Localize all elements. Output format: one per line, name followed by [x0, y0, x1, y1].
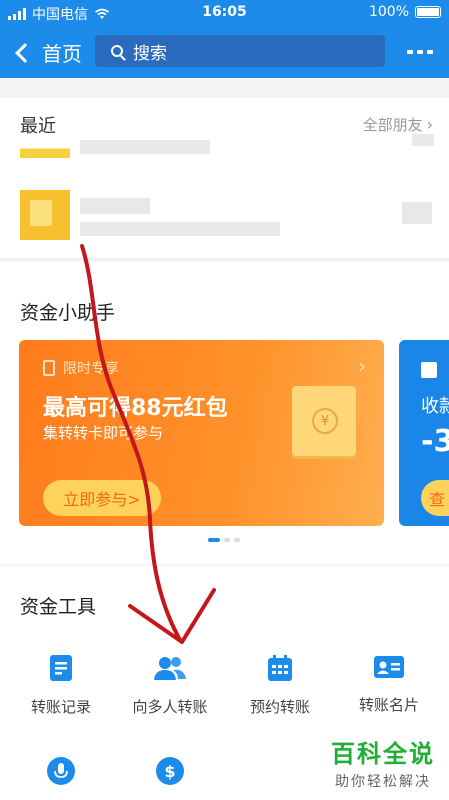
- document-icon: [421, 362, 437, 378]
- collect-card-button[interactable]: 查: [421, 480, 449, 516]
- tool-scheduled-transfer[interactable]: 预约转账: [224, 654, 336, 717]
- promo-subtitle: 集转转卡即可参与: [43, 424, 164, 442]
- more-button[interactable]: [407, 50, 433, 54]
- battery-icon: [415, 6, 441, 18]
- recent-title: 最近: [20, 116, 56, 137]
- carousel-dot: [208, 538, 220, 542]
- tool-transfer-card[interactable]: 转账名片: [333, 654, 445, 715]
- join-now-button[interactable]: 立即参与>: [43, 480, 161, 516]
- watermark-title: 百科全说: [331, 740, 435, 768]
- promo-card[interactable]: 限时专享 › 最高可得88元红包 集转转卡即可参与 立即参与> ¥: [19, 340, 384, 526]
- blurred-item: [412, 134, 434, 146]
- tool-voice[interactable]: [5, 756, 117, 786]
- tool-label: 转账记录: [30, 698, 91, 716]
- search-input[interactable]: 搜索: [95, 35, 385, 67]
- dollar-exchange-icon: $: [156, 757, 184, 785]
- blurred-item: [402, 202, 432, 224]
- avatar[interactable]: [20, 142, 70, 158]
- promo-tag: 限时专享: [43, 358, 119, 378]
- carousel-dot: [234, 538, 240, 542]
- promo-title: 最高可得88元红包: [43, 396, 228, 421]
- tool-label: 转账名片: [358, 696, 419, 714]
- watermark: 百科全说 助你轻松解决: [331, 734, 435, 791]
- yuan-coin-icon: ¥: [312, 408, 338, 434]
- fund-tools-title: 资金工具: [20, 596, 97, 618]
- all-friends-link[interactable]: 全部朋友: [363, 114, 433, 135]
- fund-assistant-section: 资金小助手 限时专享 › 最高可得88元红包 集转转卡即可参与 立即参与> ¥ …: [0, 262, 449, 564]
- carousel-dot: [224, 538, 230, 542]
- svg-text:$: $: [164, 762, 175, 781]
- collect-card-value: -3: [421, 424, 449, 459]
- watermark-subtitle: 助你轻松解决: [335, 774, 431, 790]
- search-placeholder: 搜索: [133, 43, 167, 64]
- calendar-icon: [268, 655, 292, 681]
- microphone-icon: [47, 757, 75, 785]
- card-icon: [374, 656, 404, 678]
- status-bar: 中国电信 16:05 100%: [0, 0, 449, 26]
- tool-transfer-record[interactable]: 转账记录: [5, 654, 117, 717]
- red-packet-icon: ¥: [292, 386, 356, 456]
- blurred-subtitle: [80, 222, 280, 236]
- carousel-indicator: [208, 538, 240, 542]
- tool-dollar-exchange[interactable]: $: [114, 756, 226, 786]
- phone-icon: [43, 360, 55, 376]
- chevron-left-icon: [15, 42, 35, 63]
- promo-tag-label: 限时专享: [63, 361, 119, 377]
- fund-assistant-title: 资金小助手: [20, 302, 116, 324]
- search-icon: [111, 45, 123, 57]
- blurred-name: [80, 140, 210, 154]
- more-dot: [427, 50, 433, 54]
- more-dot: [407, 50, 413, 54]
- avatar[interactable]: [20, 190, 70, 240]
- tool-label: 预约转账: [249, 698, 310, 716]
- collect-card-text: 收款: [421, 396, 449, 417]
- back-button[interactable]: 首页: [12, 38, 82, 67]
- record-icon: [50, 655, 72, 681]
- nav-bar: 首页 搜索: [0, 30, 449, 74]
- chevron-right-icon: ›: [358, 354, 366, 378]
- more-dot: [417, 50, 423, 54]
- app-header: 中国电信 16:05 100% 首页 搜索: [0, 0, 449, 78]
- multi-user-icon: [154, 657, 186, 680]
- tool-multi-transfer[interactable]: 向多人转账: [114, 654, 226, 717]
- blurred-name: [80, 198, 150, 214]
- battery-percent: 100%: [368, 4, 409, 20]
- collect-card[interactable]: 收款 -3 查: [399, 340, 449, 526]
- status-right: 100%: [369, 4, 441, 20]
- back-label: 首页: [42, 42, 82, 66]
- recent-section: 最近 全部朋友: [0, 98, 449, 260]
- tool-label: 向多人转账: [132, 698, 208, 716]
- divider: [0, 258, 449, 260]
